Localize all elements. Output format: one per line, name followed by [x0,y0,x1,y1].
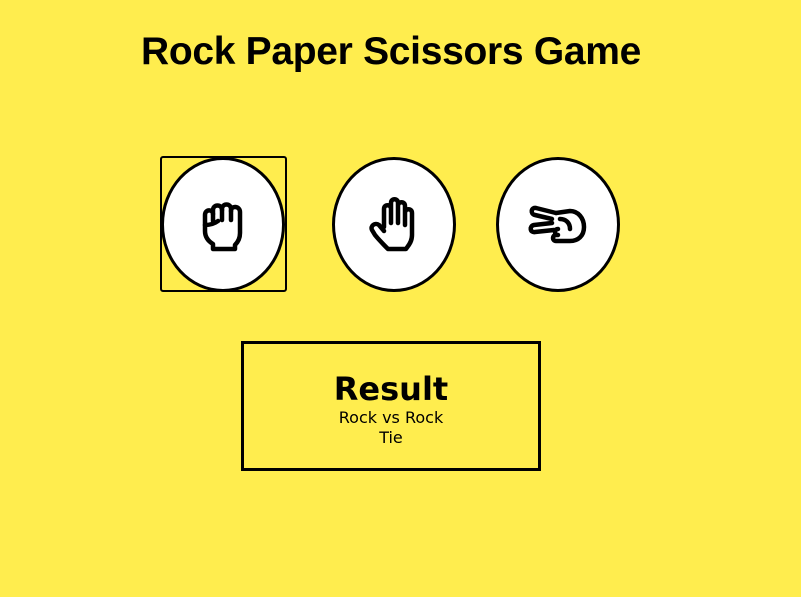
rock-button[interactable] [161,157,285,292]
result-outcome: Tie [379,428,403,447]
scissors-hand-icon [526,193,590,257]
page-title: Rock Paper Scissors Game [140,30,642,73]
result-matchup: Rock vs Rock [338,408,444,427]
open-hand-icon [362,193,426,257]
result-heading: Result [333,370,449,408]
result-panel: Result Rock vs Rock Tie [241,341,541,471]
game-page: Rock Paper Scissors Game Result Rock vs … [0,0,801,597]
scissors-button[interactable] [496,157,620,292]
fist-icon [191,193,255,257]
paper-button[interactable] [332,157,456,292]
